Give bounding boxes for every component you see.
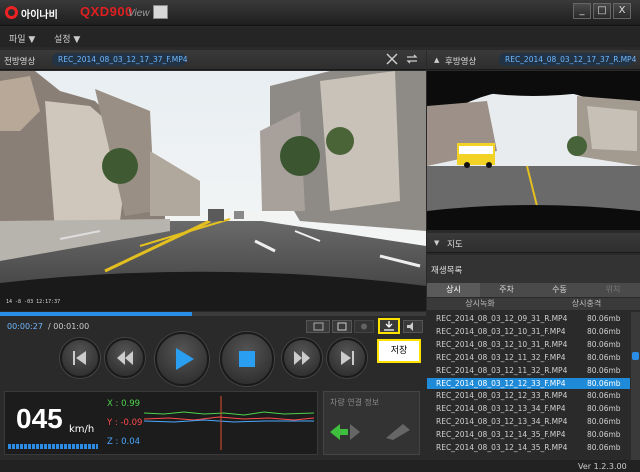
previous-file-button[interactable] bbox=[60, 338, 100, 378]
menu-bar bbox=[0, 27, 640, 47]
gsensor-y: Y : -0.09 bbox=[107, 418, 143, 428]
app-logo-text: 아이나비 bbox=[21, 10, 58, 21]
file-size: 80.06mb bbox=[587, 339, 621, 349]
file-row[interactable]: REC_2014_08_03_12_14_35_R.MP4 80.06mb bbox=[427, 442, 630, 455]
file-name: REC_2014_08_03_12_10_31_R.MP4 bbox=[436, 339, 568, 349]
settings-button[interactable] bbox=[354, 320, 374, 333]
file-row[interactable]: REC_2014_08_03_12_10_31_F.MP4 80.06mb bbox=[427, 326, 630, 339]
front-video: 14 -8 -03 12:17:37 bbox=[0, 71, 426, 311]
file-size: 80.06mb bbox=[587, 430, 621, 440]
next-file-button[interactable] bbox=[327, 338, 367, 378]
file-name: REC_2014_08_03_12_14_35_F.MP4 bbox=[436, 430, 566, 440]
frame-button[interactable] bbox=[332, 320, 352, 333]
tab-regular[interactable]: 상시 bbox=[427, 283, 480, 297]
svg-text:14 -8 -03 12:17:37: 14 -8 -03 12:17:37 bbox=[6, 299, 60, 305]
rewind-button[interactable] bbox=[105, 338, 145, 378]
file-name: REC_2014_08_03_12_13_34_F.MP4 bbox=[436, 404, 566, 414]
maximize-button[interactable]: □ bbox=[593, 3, 611, 19]
timeline-progress bbox=[0, 312, 192, 316]
tab-parking[interactable]: 주차 bbox=[480, 283, 533, 297]
file-size: 80.06mb bbox=[587, 326, 621, 336]
file-row[interactable]: REC_2014_08_03_12_10_31_R.MP4 80.06mb bbox=[427, 339, 630, 352]
tab-manual[interactable]: 수동 bbox=[533, 283, 586, 297]
file-name: REC_2014_08_03_12_13_34_R.MP4 bbox=[436, 417, 568, 427]
scrollbar[interactable] bbox=[631, 312, 640, 460]
menu-settings[interactable]: 설정 ▼ bbox=[54, 32, 80, 45]
file-size: 80.06mb bbox=[587, 314, 621, 323]
capture-icon[interactable] bbox=[153, 5, 168, 19]
file-size: 80.06mb bbox=[587, 378, 621, 388]
logo-icon bbox=[5, 6, 18, 19]
file-row[interactable]: REC_2014_08_03_12_14_35_F.MP4 80.06mb bbox=[427, 429, 630, 442]
brake-icon bbox=[383, 420, 413, 442]
file-row[interactable]: REC_2014_08_03_12_13_34_R.MP4 80.06mb bbox=[427, 416, 630, 429]
file-row[interactable]: REC_2014_08_03_12_11_32_R.MP4 80.06mb bbox=[427, 365, 630, 378]
map-label: 지도 bbox=[447, 240, 463, 250]
status-bar bbox=[0, 460, 640, 472]
file-name: REC_2014_08_03_12_10_31_F.MP4 bbox=[436, 326, 566, 336]
file-name: REC_2014_08_03_12_09_31_R.MP4 bbox=[436, 314, 568, 323]
close-button[interactable]: X bbox=[613, 3, 631, 19]
gsensor-x: X : 0.99 bbox=[107, 399, 141, 409]
model-name: QXD900 bbox=[80, 4, 133, 19]
file-row[interactable]: REC_2014_08_03_12_13_34_F.MP4 80.06mb bbox=[427, 403, 630, 416]
minimize-button[interactable]: _ bbox=[573, 3, 591, 19]
subtab-regular-impact[interactable]: 상시충격 bbox=[533, 298, 640, 310]
file-row[interactable]: REC_2014_08_03_12_12_33_R.MP4 80.06mb bbox=[427, 390, 630, 403]
save-tooltip: 저장 bbox=[377, 339, 421, 363]
model-suffix: View bbox=[128, 8, 150, 19]
file-size: 80.06mb bbox=[587, 391, 621, 401]
file-name: REC_2014_08_03_12_14_35_R.MP4 bbox=[436, 443, 568, 452]
gsensor-graph bbox=[143, 396, 315, 450]
speed-unit: km/h bbox=[69, 424, 95, 435]
time-current: 00:00:27 bbox=[7, 322, 43, 331]
scroll-thumb[interactable] bbox=[632, 352, 639, 360]
collapse-rear-icon[interactable]: ▲ bbox=[434, 56, 439, 64]
file-size: 80.06mb bbox=[587, 404, 621, 414]
menu-file[interactable]: 파일 ▼ bbox=[9, 32, 35, 45]
crop-button[interactable] bbox=[306, 320, 330, 333]
version-label: Ver 1.2.3.00 bbox=[578, 462, 627, 471]
fast-forward-button[interactable] bbox=[282, 338, 322, 378]
collapse-map-icon[interactable]: ▼ bbox=[434, 239, 439, 247]
rear-video bbox=[427, 71, 640, 230]
rear-filename: REC_2014_08_03_12_17_37_R.MP4 bbox=[499, 53, 636, 66]
swap-icon[interactable] bbox=[406, 53, 418, 65]
front-video-label: 전방영상 bbox=[4, 57, 36, 67]
file-size: 80.06mb bbox=[587, 365, 621, 375]
file-name: REC_2014_08_03_12_12_33_R.MP4 bbox=[436, 391, 568, 401]
tab-location[interactable]: 위치 bbox=[586, 283, 640, 297]
fullscreen-icon[interactable] bbox=[386, 53, 398, 65]
play-button[interactable] bbox=[155, 332, 209, 386]
file-name: REC_2014_08_03_12_11_32_R.MP4 bbox=[436, 365, 568, 375]
file-row[interactable]: REC_2014_08_03_12_12_33_F.MP4 80.06mb bbox=[427, 377, 630, 391]
subtab-regular-recording[interactable]: 상시녹화 bbox=[427, 298, 533, 310]
file-row[interactable]: REC_2014_08_03_12_11_32_F.MP4 80.06mb bbox=[427, 352, 630, 365]
stop-button[interactable] bbox=[220, 332, 274, 386]
save-button[interactable] bbox=[378, 318, 400, 334]
volume-button[interactable] bbox=[403, 320, 423, 333]
file-row[interactable]: REC_2014_08_03_12_09_31_R.MP4 80.06mb bbox=[427, 313, 630, 326]
file-size: 80.06mb bbox=[587, 352, 621, 362]
speed-value: 045 bbox=[16, 403, 63, 434]
gsensor-z: Z : 0.04 bbox=[107, 437, 141, 447]
front-filename: REC_2014_08_03_12_17_37_F.MP4 bbox=[52, 53, 188, 66]
speed-meter bbox=[8, 444, 98, 449]
car-info-label: 차량 연결 정보 bbox=[330, 398, 380, 407]
file-name: REC_2014_08_03_12_12_33_F.MP4 bbox=[436, 378, 566, 388]
rear-video-label: 후방영상 bbox=[445, 57, 477, 67]
time-total: / 00:01:00 bbox=[48, 322, 90, 331]
file-size: 80.06mb bbox=[587, 417, 621, 427]
playlist-label: 재생목록 bbox=[431, 266, 463, 276]
file-size: 80.06mb bbox=[587, 443, 621, 452]
turn-signal-icon bbox=[330, 422, 360, 442]
file-name: REC_2014_08_03_12_11_32_F.MP4 bbox=[436, 352, 566, 362]
